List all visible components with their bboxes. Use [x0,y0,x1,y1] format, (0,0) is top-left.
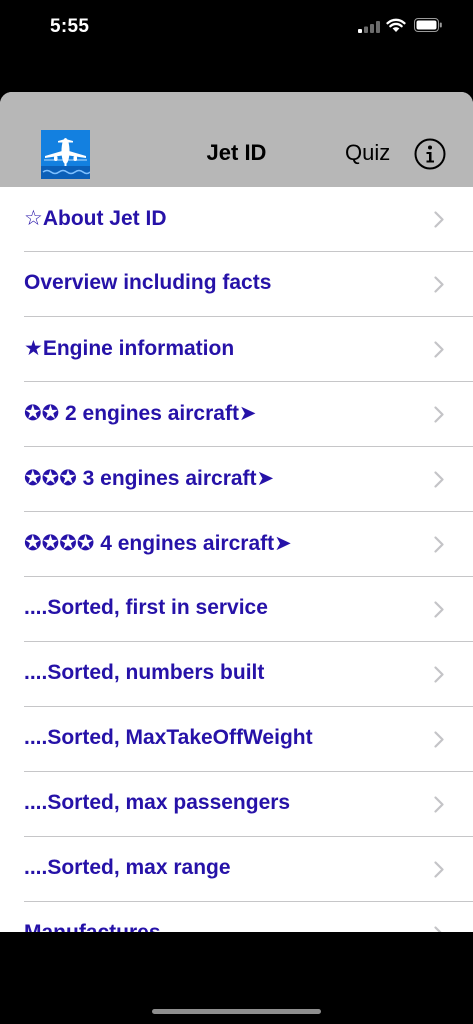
list-item-label: ....Sorted, MaxTakeOffWeight [24,726,313,749]
list-item-label: ....Sorted, max passengers [24,791,291,814]
chevron-right-icon [434,406,444,423]
list-item-sorted-numbers-built[interactable]: ....Sorted, numbers built [0,642,473,707]
list-item-label: Manufactures [24,921,161,932]
list-item-manufactures[interactable]: Manufactures [0,902,473,932]
list-item-3-engines[interactable]: ✪✪✪ 3 engines aircraft➤ [0,447,473,512]
list-item-sorted-max-takeoff-weight[interactable]: ....Sorted, MaxTakeOffWeight [0,707,473,772]
list-item-sorted-first-in-service[interactable]: ....Sorted, first in service [0,577,473,642]
quiz-button[interactable]: Quiz [345,140,390,166]
list-item-engine-information[interactable]: ★Engine information [0,317,473,382]
chevron-right-icon [434,341,444,358]
chevron-right-icon [434,276,444,293]
list-item-overview[interactable]: Overview including facts [0,252,473,317]
menu-list: ☆About Jet ID Overview including facts ★… [0,187,473,932]
list-item-label: ....Sorted, numbers built [24,661,265,684]
status-time: 5:55 [50,16,90,37]
chevron-right-icon [434,666,444,683]
navigation-bar: Jet ID Quiz [0,92,473,187]
wifi-icon [386,18,406,32]
list-item-label: ✪✪✪✪ 4 engines aircraft➤ [24,532,292,555]
battery-icon [414,18,442,32]
list-item-2-engines[interactable]: ✪✪ 2 engines aircraft➤ [0,382,473,447]
chevron-right-icon [434,861,444,878]
list-item-label: ✪✪ 2 engines aircraft➤ [24,402,257,425]
list-item-sorted-max-passengers[interactable]: ....Sorted, max passengers [0,772,473,837]
info-circle-icon[interactable] [414,138,446,170]
list-item-4-engines[interactable]: ✪✪✪✪ 4 engines aircraft➤ [0,512,473,577]
list-item-label: ☆About Jet ID [24,207,167,230]
chevron-right-icon [434,731,444,748]
home-indicator[interactable] [152,1009,321,1014]
list-item-label: ....Sorted, max range [24,856,231,879]
main-sheet: Jet ID Quiz ☆About Jet ID Overview inclu… [0,92,473,932]
signal-icon [358,21,380,33]
list-item-label: ✪✪✪ 3 engines aircraft➤ [24,467,275,490]
list-item-sorted-max-range[interactable]: ....Sorted, max range [0,837,473,902]
chevron-right-icon [434,536,444,553]
list-item-label: Overview including facts [24,271,272,294]
chevron-right-icon [434,796,444,813]
chevron-right-icon [434,211,444,228]
list-item-label: ....Sorted, first in service [24,596,268,619]
list-item-about[interactable]: ☆About Jet ID [0,187,473,252]
chevron-right-icon [434,601,444,618]
list-item-label: ★Engine information [24,337,235,360]
chevron-right-icon [434,926,442,932]
page-title: Jet ID [206,140,267,165]
status-bar: 5:55 [0,0,473,54]
chevron-right-icon [434,471,444,488]
